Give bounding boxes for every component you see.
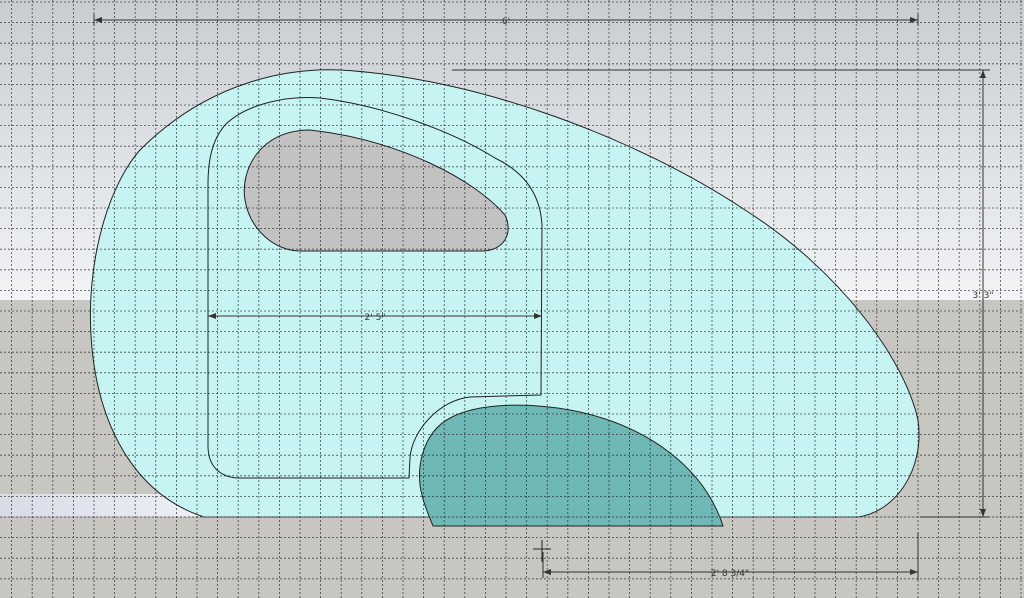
model-canvas[interactable]: 6' 2' 5" 3' 3" 2' 8 3/4" bbox=[0, 0, 1024, 598]
dimension-label-overall-width: 6' bbox=[502, 17, 510, 27]
dimension-label-fender-offset: 2' 8 3/4" bbox=[711, 569, 749, 579]
drawing-viewport[interactable]: 6' 2' 5" 3' 3" 2' 8 3/4" bbox=[0, 0, 1024, 598]
dimension-label-height: 3' 3" bbox=[973, 291, 994, 301]
dimension-label-door-width: 2' 5" bbox=[365, 313, 386, 323]
